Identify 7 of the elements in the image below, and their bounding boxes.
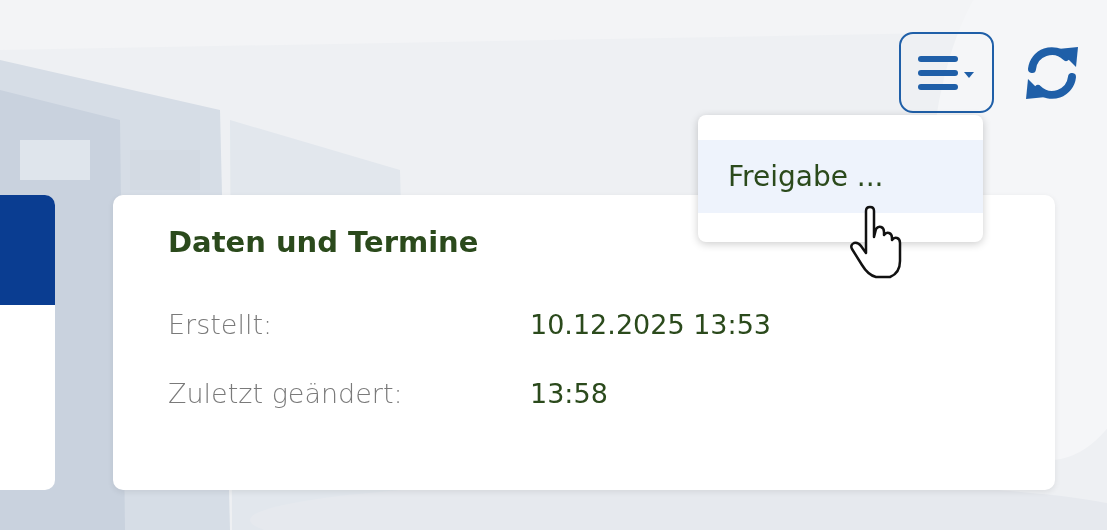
field-value: 13:58 xyxy=(530,378,609,409)
card-title: Daten und Termine xyxy=(168,225,480,259)
field-label: Zuletzt geändert: xyxy=(168,378,404,409)
menu-item[interactable]: Freigabe ... xyxy=(698,140,983,213)
field-label: Erstellt: xyxy=(168,309,274,340)
field-value: 10.12.2025 13:53 xyxy=(530,309,772,340)
menu-button[interactable] xyxy=(899,32,994,113)
